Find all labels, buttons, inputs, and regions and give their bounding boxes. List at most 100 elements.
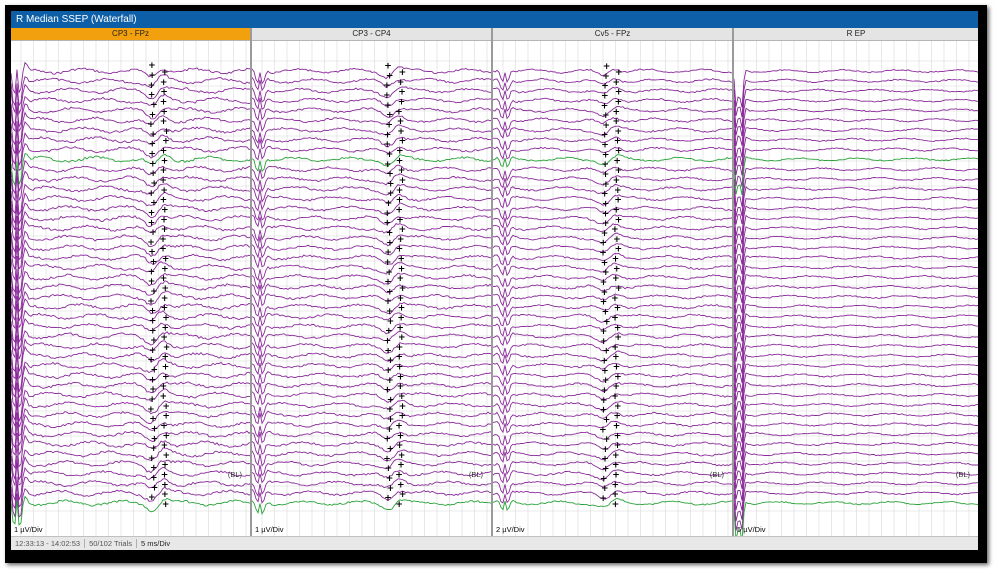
svg-text:+: +: [384, 248, 392, 258]
svg-text:+: +: [161, 441, 169, 451]
traces: [252, 66, 491, 516]
svg-text:+: +: [611, 225, 619, 235]
svg-text:+: +: [602, 308, 610, 318]
svg-text:+: +: [603, 435, 611, 445]
svg-text:+: +: [149, 375, 157, 385]
svg-text:+: +: [150, 474, 158, 484]
svg-text:+: +: [398, 166, 406, 176]
timebase: 5 ms/Div: [141, 539, 171, 548]
svg-text:+: +: [398, 264, 406, 274]
svg-text:+: +: [602, 150, 610, 160]
svg-text:+: +: [148, 71, 156, 81]
svg-text:+: +: [149, 326, 157, 336]
svg-text:+: +: [614, 441, 622, 451]
waveform-plot[interactable]: [734, 41, 978, 536]
svg-text:+: +: [150, 199, 158, 209]
scale-label: 1 µV/Div: [255, 525, 284, 534]
svg-text:+: +: [159, 235, 167, 245]
svg-text:+: +: [161, 264, 169, 274]
svg-text:+: +: [384, 346, 392, 356]
svg-text:+: +: [603, 347, 611, 357]
trial-count: 50/102 Trials: [85, 539, 138, 548]
panel-r-ep[interactable]: R EP (BL) 5 µV/Div: [734, 28, 978, 536]
svg-text:+: +: [149, 130, 157, 140]
waveform-plot[interactable]: ++++++++++++++++++++++++++++++++++++++++…: [493, 41, 734, 536]
svg-text:+: +: [384, 62, 392, 72]
waveform-plot[interactable]: ++++++++++++++++++++++++++++++++++++++++…: [252, 41, 493, 536]
svg-text:+: +: [384, 209, 392, 219]
svg-text:+: +: [612, 382, 620, 392]
svg-text:+: +: [602, 376, 610, 386]
panel-cv5-fpz[interactable]: Cv5 - FPz + + + + + + + + + + + + + + + + + + + + + + + + + + + + + +…: [493, 28, 734, 536]
svg-text:+: +: [602, 121, 610, 131]
svg-text:+: +: [163, 431, 171, 441]
svg-text:+: +: [148, 91, 156, 101]
svg-text:+: +: [163, 343, 171, 353]
svg-text:+: +: [151, 425, 159, 435]
svg-text:+: +: [612, 353, 620, 363]
svg-text:+: +: [602, 180, 610, 190]
svg-text:+: +: [601, 229, 609, 239]
waterfall-window: R Median SSEP (Waterfall) CP3 - FPz + + + +…: [11, 11, 978, 550]
svg-text:+: +: [150, 179, 158, 189]
svg-text:+: +: [612, 500, 620, 510]
svg-text:+: +: [600, 474, 608, 484]
svg-text:+: +: [150, 287, 158, 297]
svg-text:+: +: [602, 170, 610, 180]
svg-text:+: +: [149, 317, 157, 327]
scale-label: 2 µV/Div: [496, 525, 525, 534]
svg-text:+: +: [162, 402, 170, 412]
svg-text:+: +: [399, 225, 407, 235]
svg-text:+: +: [614, 402, 622, 412]
svg-text:+: +: [599, 425, 607, 435]
scale-label: 1 µV/Div: [14, 525, 43, 534]
waveform-plot[interactable]: ++++++++++++++++++++++++++++++++++++++++…: [11, 41, 252, 536]
svg-text:+: +: [149, 110, 157, 120]
svg-text:+: +: [613, 412, 621, 422]
panel-header[interactable]: Cv5 - FPz: [493, 28, 732, 41]
svg-text:+: +: [396, 147, 404, 157]
svg-text:+: +: [385, 199, 393, 209]
svg-text:+: +: [395, 471, 403, 481]
svg-text:+: +: [148, 218, 156, 228]
svg-text:+: +: [386, 170, 394, 180]
svg-text:+: +: [384, 297, 392, 307]
svg-text:+: +: [396, 343, 404, 353]
svg-text:+: +: [614, 372, 622, 382]
svg-text:+: +: [612, 451, 620, 461]
svg-text:+: +: [149, 415, 157, 425]
svg-text:+: +: [615, 88, 623, 98]
svg-text:+: +: [613, 235, 621, 245]
svg-text:+: +: [384, 258, 392, 268]
svg-text:+: +: [602, 268, 610, 278]
svg-text:+: +: [160, 186, 168, 196]
panel-cp3-fpz[interactable]: CP3 - FPz + + + + + + + + + + + + + + + + + + + + + + + + + + + + + +…: [11, 28, 252, 536]
svg-text:+: +: [160, 88, 168, 98]
svg-text:+: +: [387, 415, 395, 425]
panel-header[interactable]: CP3 - FPz: [11, 28, 250, 41]
svg-text:+: +: [149, 307, 157, 317]
panel-header[interactable]: CP3 - CP4: [252, 28, 491, 41]
svg-text:+: +: [612, 480, 620, 490]
svg-text:+: +: [397, 294, 405, 304]
svg-text:+: +: [160, 98, 168, 108]
svg-text:+: +: [150, 444, 158, 454]
svg-text:+: +: [387, 317, 395, 327]
svg-text:+: +: [397, 372, 405, 382]
svg-text:+: +: [613, 117, 621, 127]
panel-cp3-cp4[interactable]: CP3 - CP4 + + + + + + + + + + + + + + + + + + + + + + + + + + + + + +…: [252, 28, 493, 536]
window-title: R Median SSEP (Waterfall): [11, 11, 978, 28]
svg-text:+: +: [386, 71, 394, 81]
svg-text:+: +: [399, 284, 407, 294]
svg-text:+: +: [384, 219, 392, 229]
svg-text:+: +: [398, 392, 406, 402]
svg-text:+: +: [149, 159, 157, 169]
svg-text:+: +: [384, 494, 392, 504]
svg-text:+: +: [602, 209, 610, 219]
svg-text:+: +: [614, 333, 622, 343]
svg-text:+: +: [386, 287, 394, 297]
svg-text:+: +: [614, 323, 622, 333]
svg-text:+: +: [613, 363, 621, 373]
panel-header[interactable]: R EP: [734, 28, 978, 41]
svg-text:+: +: [385, 121, 393, 131]
